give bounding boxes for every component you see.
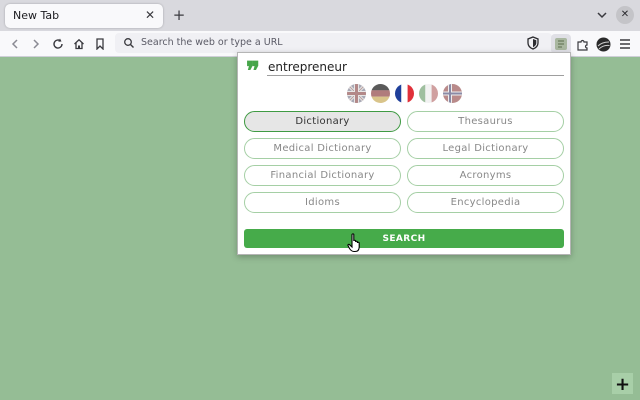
source-options: Dictionary Thesaurus Medical Dictionary …: [244, 111, 564, 213]
dictionary-popup: ❞ entrepreneur Dictionary Thesaurus Medi…: [237, 52, 571, 255]
option-encyclopedia[interactable]: Encyclopedia: [407, 192, 564, 213]
url-placeholder: Search the web or type a URL: [141, 37, 283, 48]
hand-cursor-icon: [347, 233, 360, 253]
option-acronyms[interactable]: Acronyms: [407, 165, 564, 186]
option-financial-dictionary[interactable]: Financial Dictionary: [244, 165, 401, 186]
reload-icon[interactable]: [49, 35, 67, 53]
shield-icon[interactable]: [526, 36, 540, 50]
hamburger-icon[interactable]: [615, 34, 635, 54]
search-icon: [124, 38, 134, 48]
url-bar[interactable]: Search the web or type a URL: [115, 33, 552, 53]
quote-icon: ❞: [246, 57, 260, 87]
dictionary-extension-icon[interactable]: [551, 34, 571, 54]
puzzle-icon[interactable]: [572, 34, 592, 54]
flag-italy-icon[interactable]: [419, 84, 438, 103]
chevron-down-icon[interactable]: [594, 6, 610, 24]
option-legal-dictionary[interactable]: Legal Dictionary: [407, 138, 564, 159]
language-selector: [347, 84, 462, 104]
option-idioms[interactable]: Idioms: [244, 192, 401, 213]
home-icon[interactable]: [70, 35, 88, 53]
search-button[interactable]: SEARCH: [244, 229, 564, 248]
option-thesaurus[interactable]: Thesaurus: [407, 111, 564, 132]
forward-icon[interactable]: [27, 35, 45, 53]
tab-close-icon[interactable]: ✕: [142, 7, 158, 23]
tab-bar: New Tab ✕ + ✕: [0, 0, 640, 31]
new-tab-plus-icon[interactable]: +: [170, 6, 188, 24]
flag-france-icon[interactable]: [395, 84, 414, 103]
option-dictionary[interactable]: Dictionary: [244, 111, 401, 132]
profile-avatar-icon[interactable]: [593, 34, 613, 54]
flag-uk-icon[interactable]: [347, 84, 366, 103]
word-search-input[interactable]: [267, 58, 564, 76]
back-icon[interactable]: [6, 35, 24, 53]
option-medical-dictionary[interactable]: Medical Dictionary: [244, 138, 401, 159]
tab-new-tab[interactable]: New Tab ✕: [5, 4, 163, 28]
bookmark-icon[interactable]: [91, 35, 109, 53]
flag-germany-icon[interactable]: [371, 84, 390, 103]
window-close-icon[interactable]: ✕: [616, 6, 634, 24]
tab-title: New Tab: [13, 9, 60, 22]
flag-norway-icon[interactable]: [443, 84, 462, 103]
add-shortcut-button[interactable]: +: [612, 373, 633, 395]
